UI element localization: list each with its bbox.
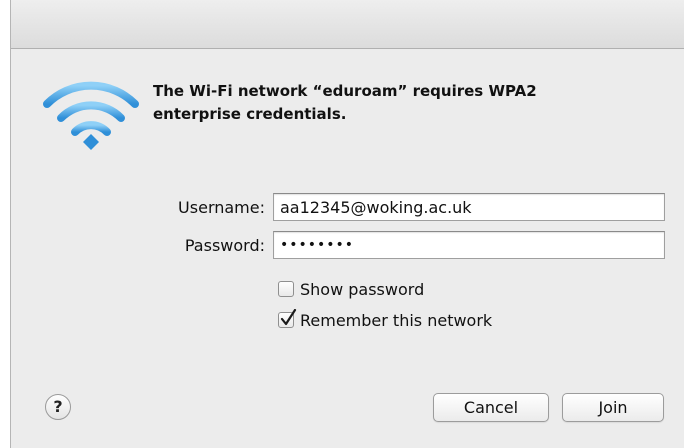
checkmark-icon: [280, 309, 297, 326]
show-password-checkbox[interactable]: [278, 281, 294, 297]
show-password-option[interactable]: Show password: [278, 278, 424, 300]
title-bar: [11, 0, 684, 49]
username-input[interactable]: [273, 193, 665, 221]
wifi-credentials-dialog: The Wi-Fi network “eduroam” requires WPA…: [10, 0, 684, 448]
username-label: Username:: [178, 198, 265, 217]
dialog-message: The Wi-Fi network “eduroam” requires WPA…: [153, 82, 537, 123]
cancel-button[interactable]: Cancel: [433, 393, 549, 422]
remember-network-checkbox[interactable]: [278, 309, 297, 328]
password-input[interactable]: [273, 231, 665, 259]
wifi-icon: [43, 81, 139, 150]
remember-network-label[interactable]: Remember this network: [300, 311, 492, 330]
show-password-label[interactable]: Show password: [300, 280, 424, 299]
password-label: Password:: [184, 236, 265, 255]
remember-network-option[interactable]: Remember this network: [278, 309, 492, 331]
join-button[interactable]: Join: [562, 393, 664, 422]
help-button[interactable]: ?: [45, 394, 71, 420]
